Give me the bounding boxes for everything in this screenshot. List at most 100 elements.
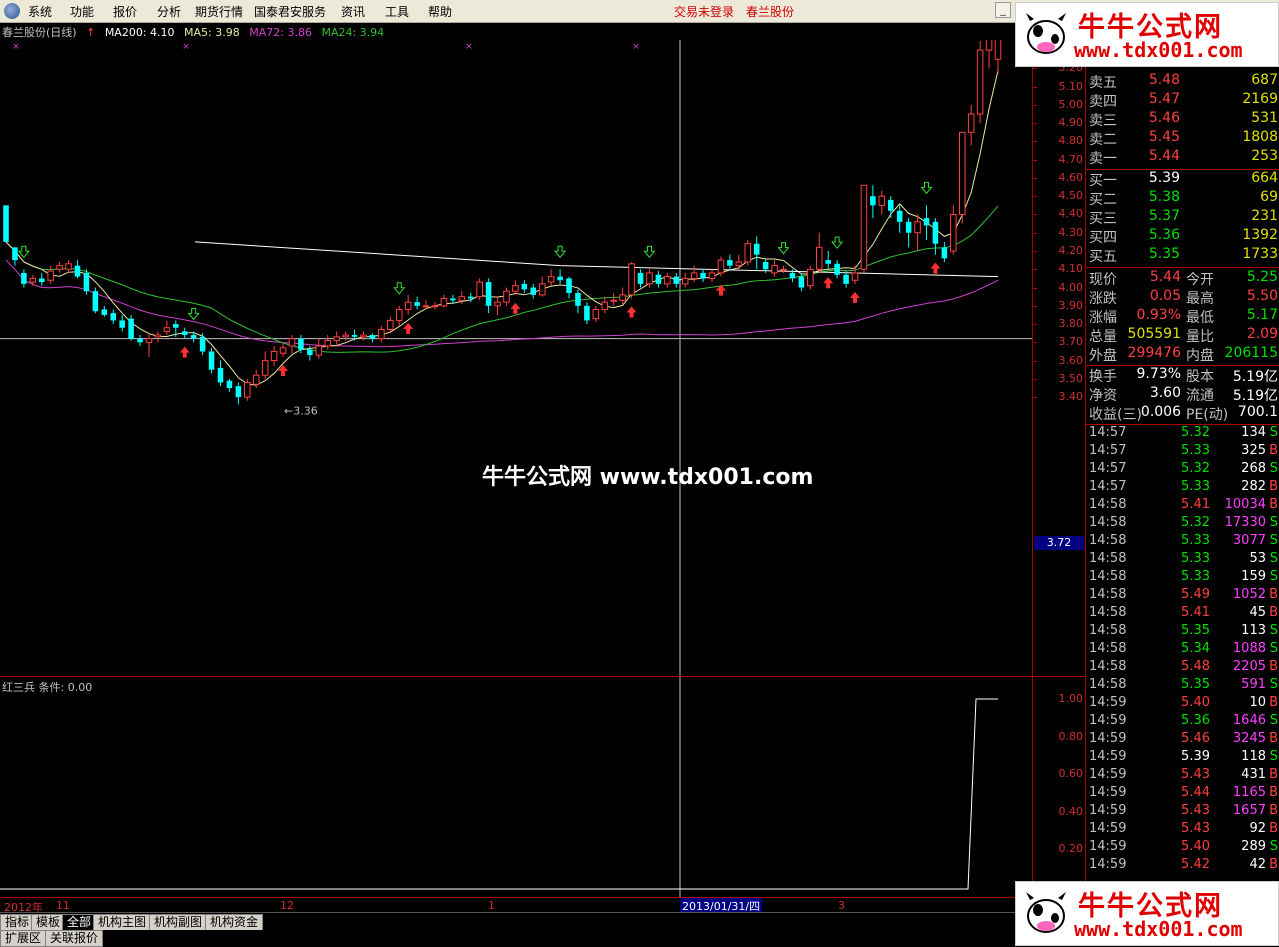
menu-quote[interactable]: 报价 (113, 3, 137, 20)
bid-volume: 664 (1251, 170, 1278, 186)
quote-label: 量比 (1186, 329, 1214, 345)
tick-row: 14:58 5.33 159 S (1086, 569, 1279, 587)
candle-body-down (450, 298, 456, 301)
candle-body-down (834, 263, 840, 275)
menu-system[interactable]: 系统 (28, 3, 52, 20)
bid-label: 买三 (1089, 211, 1117, 227)
candle-body-up (708, 272, 716, 279)
candle-body-up (476, 281, 483, 298)
tick-volume: 268 (1241, 461, 1266, 476)
tab-related-quote[interactable]: 关联报价 (45, 930, 104, 947)
x-label-mar: 3 (838, 899, 845, 912)
price-tick: 3.70 (1058, 335, 1084, 349)
candle-body-up (458, 296, 466, 301)
cow-logo-icon (1026, 892, 1066, 933)
tick-price: 5.35 (1181, 623, 1210, 638)
tick-row: 14:58 5.32 17330 S (1086, 515, 1279, 533)
buy-arrow-icon (179, 346, 190, 358)
candle-body-down (38, 278, 45, 283)
ma24-line (5, 205, 999, 353)
tick-side: S (1269, 749, 1278, 764)
tick-price: 5.33 (1181, 569, 1210, 584)
tick-time: 14:58 (1089, 533, 1127, 548)
candle-body-up (279, 347, 287, 354)
quote-value: 0.05 (1149, 288, 1181, 304)
tick-price: 5.39 (1181, 749, 1210, 764)
current-stock-name: 春兰股份 (746, 5, 795, 19)
candle-body-down (137, 338, 143, 343)
menu-help[interactable]: 帮助 (428, 3, 452, 20)
tick-row: 14:57 5.33 325 B (1086, 443, 1279, 461)
buy-arrow-icon (278, 364, 289, 376)
indicator-chart[interactable] (0, 677, 1032, 897)
candle-body-up (324, 340, 332, 347)
tick-side: S (1269, 425, 1278, 440)
tick-row: 14:58 5.34 1088 S (1086, 641, 1279, 659)
tab-template[interactable]: 模板 (31, 914, 66, 931)
quote-label: 现价 (1089, 272, 1117, 288)
menu-tools[interactable]: 工具 (385, 3, 409, 20)
tab-inst-main[interactable]: 机构主图 (93, 914, 152, 931)
candle-body-up (780, 268, 787, 271)
tick-time: 14:59 (1089, 857, 1127, 872)
quote-separator (1086, 267, 1279, 268)
indicator-tick: 1.00 (1058, 692, 1084, 705)
candle-body-up (994, 40, 1002, 60)
menu-analysis[interactable]: 分析 (157, 3, 181, 20)
ask-label: 卖一 (1089, 151, 1117, 167)
ma5-line (5, 70, 999, 386)
ma24-value: MA24: 3.94 (321, 26, 385, 39)
tick-row: 14:59 5.43 1657 B (1086, 803, 1279, 821)
menu-futures[interactable]: 期货行情 (195, 3, 243, 20)
menu-function[interactable]: 功能 (70, 3, 94, 20)
tick-row: 14:58 5.41 45 B (1086, 605, 1279, 623)
quote-row: 收益(三) 0.006 PE(动) 700.1 (1086, 404, 1279, 423)
tab-extension[interactable]: 扩展区 (0, 930, 47, 947)
price-tick: 4.40 (1058, 207, 1084, 221)
price-tick-mark (1033, 159, 1037, 161)
candle-body-up (163, 327, 171, 332)
candle-body-down (110, 313, 117, 321)
tab-indicator[interactable]: 指标 (0, 914, 35, 931)
menu-broker-service[interactable]: 国泰君安服务 (254, 3, 326, 20)
price-tick: 3.40 (1058, 390, 1084, 404)
candle-body-up (440, 297, 448, 307)
price-tick-mark (1033, 269, 1037, 271)
tab-inst-fund[interactable]: 机构资金 (205, 914, 264, 931)
tick-volume: 42 (1249, 857, 1266, 872)
candle-body-down (485, 282, 492, 306)
tick-price: 5.36 (1181, 713, 1210, 728)
price-tick: 4.30 (1058, 225, 1084, 239)
candle-body-up (958, 131, 966, 215)
candle-body-down (351, 335, 358, 337)
candle-body-down (467, 296, 474, 299)
login-status[interactable]: 交易未登录 (674, 3, 734, 20)
minimize-icon[interactable]: _ (995, 2, 1011, 18)
candlestick-chart[interactable]: ××××5.50 →←3.36 (0, 40, 1032, 676)
ask-label: 卖二 (1089, 132, 1117, 148)
tab-inst-sub[interactable]: 机构副图 (149, 914, 208, 931)
price-tick-mark (1033, 251, 1037, 252)
candle-body-up (333, 336, 340, 342)
candle-body-up (547, 276, 555, 283)
quote-label: 净资 (1089, 388, 1117, 404)
tick-side: S (1269, 461, 1278, 476)
quote-value: 5.19亿 (1232, 388, 1278, 404)
tick-time: 14:59 (1089, 785, 1127, 800)
tick-time: 14:59 (1089, 821, 1127, 836)
bid-price: 5.39 (1148, 170, 1180, 186)
tick-price: 5.32 (1181, 461, 1210, 476)
quote-row: 现价 5.44 今开 5.25 (1086, 269, 1279, 288)
ask-price: 5.45 (1148, 129, 1180, 145)
price-tick: 4.60 (1058, 170, 1084, 184)
ask-price: 5.48 (1148, 72, 1180, 88)
candle-body-up (252, 374, 260, 385)
tab-all[interactable]: 全部 (62, 914, 97, 931)
bid-row: 买三 5.37 231 (1086, 208, 1279, 227)
tick-row: 14:57 5.32 134 S (1086, 425, 1279, 443)
candle-body-up (860, 184, 868, 270)
candle-body-up (771, 265, 778, 274)
quote-value: 5.25 (1246, 269, 1278, 285)
tick-volume: 53 (1249, 551, 1266, 566)
menu-news[interactable]: 资讯 (341, 3, 365, 20)
